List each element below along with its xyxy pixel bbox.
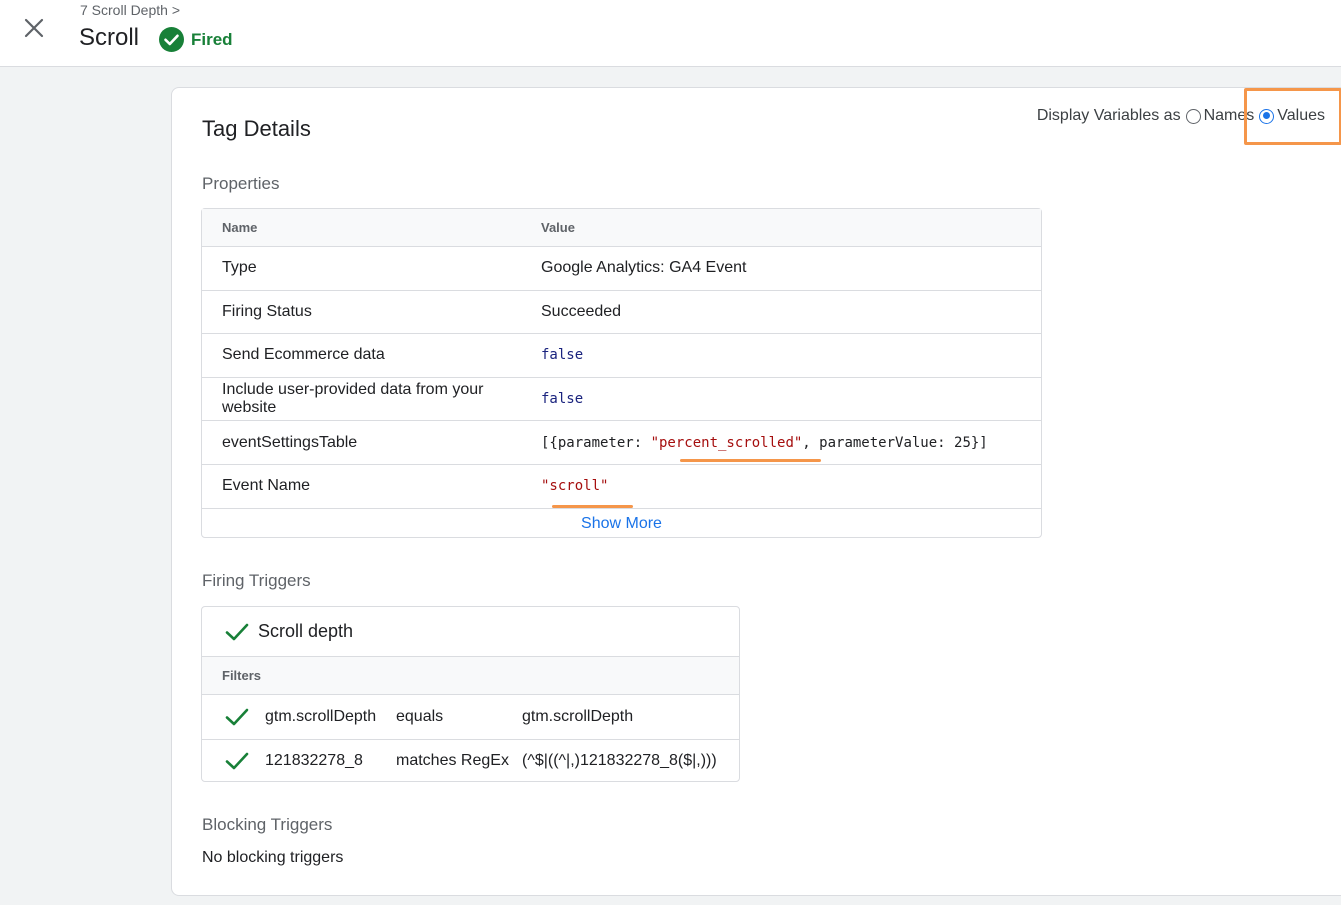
filter-value: (^$|((^|,)121832278_8($|,))) xyxy=(522,751,717,769)
check-circle-icon xyxy=(159,27,184,52)
values-radio-label[interactable]: Values xyxy=(1277,107,1325,125)
value-suffix: , parameterValue: 25}] xyxy=(802,434,988,451)
properties-table: Name Value Type Google Analytics: GA4 Ev… xyxy=(201,208,1042,538)
names-radio[interactable] xyxy=(1185,108,1201,124)
column-header-value: Value xyxy=(541,220,575,235)
property-name: eventSettingsTable xyxy=(222,433,358,451)
no-blocking-triggers-text: No blocking triggers xyxy=(202,849,344,866)
filter-variable: gtm.scrollDepth xyxy=(265,707,377,725)
firing-trigger-card: Scroll depth Filters gtm.scrollDepth equ… xyxy=(201,606,740,782)
table-header: Name Value xyxy=(202,209,1041,247)
filter-value: gtm.scrollDepth xyxy=(522,707,634,725)
tag-details-card: Tag Details Display Variables as Names V… xyxy=(171,87,1341,896)
property-name: Type xyxy=(222,259,257,277)
display-variables-label: Display Variables as xyxy=(1036,107,1181,124)
property-value: Succeeded xyxy=(541,302,622,320)
display-variables-toggle: Display Variables as Names Values xyxy=(1037,106,1325,126)
property-name: Firing Status xyxy=(222,302,312,320)
properties-label: Properties xyxy=(202,174,280,193)
trigger-name[interactable]: Scroll depth xyxy=(258,621,353,642)
value-string: "scroll" xyxy=(541,478,609,495)
value-string: "percent_scrolled" xyxy=(650,434,803,451)
blocking-triggers-label: Blocking Triggers xyxy=(202,815,333,834)
status-badge: Fired xyxy=(159,27,233,52)
filter-operator: matches RegEx xyxy=(396,751,509,769)
value-prefix: [{parameter: xyxy=(541,434,651,451)
percent-scrolled-underline xyxy=(680,459,821,463)
property-name: Send Ecommerce data xyxy=(222,346,385,364)
property-value: "scroll" xyxy=(541,478,1041,494)
breadcrumb[interactable]: 7 Scroll Depth > xyxy=(80,2,180,18)
card-title: Tag Details xyxy=(202,116,311,141)
firing-triggers-label: Firing Triggers xyxy=(202,571,311,590)
table-row: Firing Status Succeeded xyxy=(202,291,1041,335)
filter-operator: equals xyxy=(396,707,444,725)
status-label: Fired xyxy=(191,29,233,49)
property-value: false xyxy=(541,391,584,408)
values-radio[interactable] xyxy=(1259,108,1275,124)
property-name: Include user-provided data from your web… xyxy=(222,381,484,417)
close-icon xyxy=(24,18,44,38)
filter-variable: 121832278_8 xyxy=(265,751,363,769)
table-row: eventSettingsTable [{parameter: "percent… xyxy=(202,421,1041,465)
filter-row: gtm.scrollDepth equals gtm.scrollDepth xyxy=(202,695,739,739)
property-value: false xyxy=(541,347,584,364)
close-button[interactable] xyxy=(20,14,48,42)
filter-row: 121832278_8 matches RegEx (^$|((^|,)1218… xyxy=(202,738,739,783)
property-value: Google Analytics: GA4 Event xyxy=(541,259,747,277)
filters-header: Filters xyxy=(202,657,739,695)
names-radio-label[interactable]: Names xyxy=(1204,107,1255,125)
column-header-name: Name xyxy=(222,220,258,235)
checkmark-icon xyxy=(225,623,249,640)
table-row: Event Name "scroll" xyxy=(202,465,1041,509)
top-bar: 7 Scroll Depth > Scroll Fired xyxy=(0,0,1341,67)
checkmark-icon xyxy=(225,752,249,770)
table-row: Type Google Analytics: GA4 Event xyxy=(202,247,1041,291)
page-title: Scroll xyxy=(79,24,140,51)
property-value: [{parameter: "percent_scrolled", paramet… xyxy=(541,435,1041,451)
property-name: Event Name xyxy=(222,477,311,495)
scroll-underline xyxy=(552,504,633,508)
table-row: Send Ecommerce data false xyxy=(202,334,1041,378)
show-more-link[interactable]: Show More xyxy=(202,509,1041,539)
table-row: Include user-provided data from your web… xyxy=(202,378,1041,422)
trigger-header: Scroll depth xyxy=(202,607,739,657)
checkmark-icon xyxy=(225,708,249,726)
